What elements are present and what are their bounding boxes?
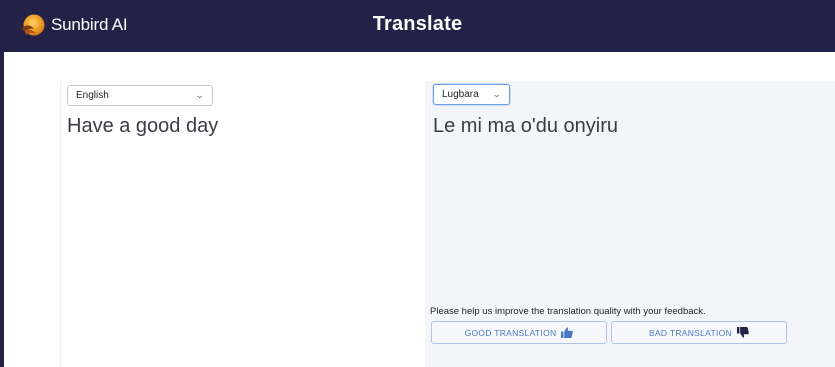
target-language-select[interactable]: Lugbara ⌄ xyxy=(433,84,510,105)
translation-output: Le mi ma o'du onyiru xyxy=(433,115,619,137)
good-translation-label: GOOD TRANSLATION xyxy=(464,327,557,338)
target-panel: Lugbara ⌄ Le mi ma o'du onyiru Please he… xyxy=(425,81,835,367)
chevron-down-icon: ⌄ xyxy=(492,89,503,99)
top-navbar: Sunbird AI Translate xyxy=(0,0,835,52)
chevron-down-icon: ⌄ xyxy=(195,90,206,100)
target-language-value: Lugbara xyxy=(442,89,479,100)
page-title: Translate xyxy=(372,13,463,35)
left-edge-strip xyxy=(0,52,4,367)
source-text-input[interactable]: Have a good day xyxy=(67,115,218,138)
bad-translation-label: BAD TRANSLATION xyxy=(648,327,733,338)
bad-translation-button[interactable]: BAD TRANSLATION xyxy=(611,321,787,344)
translate-area: English ⌄ Have a good day Lugbara ⌄ Le m… xyxy=(0,52,835,367)
thumbs-down-icon xyxy=(737,327,749,338)
good-translation-button[interactable]: GOOD TRANSLATION xyxy=(431,321,607,344)
source-panel: English ⌄ Have a good day xyxy=(60,81,415,367)
thumbs-up-icon xyxy=(561,327,574,338)
feedback-prompt: Please help us improve the translation q… xyxy=(430,306,706,317)
source-language-select[interactable]: English ⌄ xyxy=(67,85,213,106)
source-language-value: English xyxy=(76,90,109,101)
